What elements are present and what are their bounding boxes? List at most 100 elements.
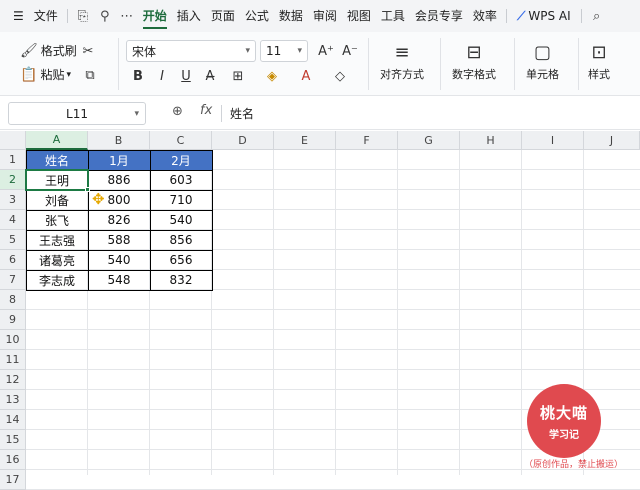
increase-font-icon[interactable]: A⁺ bbox=[316, 41, 336, 61]
column-header-e[interactable]: E bbox=[274, 131, 336, 150]
table-cell[interactable]: 刘备 bbox=[26, 190, 88, 210]
document-icon[interactable]: ⎘ bbox=[72, 9, 94, 24]
column-header-g[interactable]: G bbox=[398, 131, 460, 150]
row-header-7[interactable]: 7 bbox=[0, 270, 26, 290]
column-header-d[interactable]: D bbox=[212, 131, 274, 150]
table-cell[interactable]: 李志成 bbox=[26, 270, 88, 290]
table-border bbox=[26, 270, 212, 271]
row-header-8[interactable]: 8 bbox=[0, 290, 26, 310]
formula-bar: L11 ▾ ⊕ fx 姓名 bbox=[0, 97, 640, 130]
gridline bbox=[459, 150, 460, 475]
table-cell[interactable]: 603 bbox=[150, 170, 212, 190]
divider bbox=[440, 38, 441, 90]
row-header-13[interactable]: 13 bbox=[0, 390, 26, 410]
select-all-corner[interactable] bbox=[0, 131, 26, 150]
table-cell[interactable]: 886 bbox=[88, 170, 150, 190]
decrease-font-icon[interactable]: A⁻ bbox=[340, 41, 360, 61]
fx-icon[interactable]: fx bbox=[200, 103, 212, 118]
row-header-9[interactable]: 9 bbox=[0, 310, 26, 330]
table-cell[interactable]: 王明 bbox=[26, 170, 88, 190]
zoom-icon[interactable]: ⊕ bbox=[172, 104, 183, 119]
row-header-14[interactable]: 14 bbox=[0, 410, 26, 430]
tab-data[interactable]: 数据 bbox=[274, 0, 308, 32]
file-menu[interactable]: 文件 bbox=[29, 0, 63, 32]
tab-insert[interactable]: 插入 bbox=[172, 0, 206, 32]
fill-color-icon[interactable]: ◈ bbox=[262, 66, 282, 86]
font-size-select[interactable]: 11 ▾ bbox=[260, 40, 308, 62]
column-header-j[interactable]: J bbox=[584, 131, 640, 150]
table-header-cell[interactable]: 1月 bbox=[88, 150, 150, 170]
style-button[interactable]: ⊡ 样式 bbox=[588, 40, 610, 82]
row-header-4[interactable]: 4 bbox=[0, 210, 26, 230]
row-header-5[interactable]: 5 bbox=[0, 230, 26, 250]
row-header-12[interactable]: 12 bbox=[0, 370, 26, 390]
table-border bbox=[26, 210, 212, 211]
column-header-f[interactable]: F bbox=[336, 131, 398, 150]
italic-icon[interactable]: I bbox=[152, 66, 172, 86]
paste-button[interactable]: 📋 粘贴 ▾ bbox=[20, 66, 71, 83]
tab-review[interactable]: 审阅 bbox=[308, 0, 342, 32]
gridline bbox=[26, 349, 640, 350]
row-header-1[interactable]: 1 bbox=[0, 150, 26, 170]
cut-icon[interactable]: ✂ bbox=[78, 41, 98, 61]
table-cell[interactable]: 656 bbox=[150, 250, 212, 270]
row-header-17[interactable]: 17 bbox=[0, 470, 26, 490]
table-cell[interactable]: 832 bbox=[150, 270, 212, 290]
table-cell[interactable]: 856 bbox=[150, 230, 212, 250]
table-cell[interactable]: 710 bbox=[150, 190, 212, 210]
column-header-a[interactable]: A bbox=[26, 131, 88, 150]
table-cell[interactable]: 548 bbox=[88, 270, 150, 290]
strikethrough-icon[interactable]: A̶ bbox=[200, 66, 220, 86]
table-cell[interactable]: 诸葛亮 bbox=[26, 250, 88, 270]
row-header-6[interactable]: 6 bbox=[0, 250, 26, 270]
divider bbox=[505, 9, 507, 23]
tab-efficiency[interactable]: 效率 bbox=[468, 0, 502, 32]
table-cell[interactable]: 540 bbox=[150, 210, 212, 230]
table-cell[interactable]: 张飞 bbox=[26, 210, 88, 230]
table-cell[interactable]: 826 bbox=[88, 210, 150, 230]
table-cell[interactable]: 540 bbox=[88, 250, 150, 270]
number-format-button[interactable]: ⊟ 数字格式 bbox=[452, 40, 496, 82]
bold-icon[interactable]: B bbox=[128, 66, 148, 86]
align-button[interactable]: ≡ 对齐方式 bbox=[380, 40, 424, 82]
ribbon-toolbar: 🖌 格式刷 ✂ 📋 粘贴 ▾ ⧉ 宋体 ▾ 11 ▾ A⁺ A⁻ B I U A… bbox=[0, 32, 640, 96]
tab-tools[interactable]: 工具 bbox=[376, 0, 410, 32]
underline-icon[interactable]: U bbox=[176, 66, 196, 86]
row-header-11[interactable]: 11 bbox=[0, 350, 26, 370]
row-header-10[interactable]: 10 bbox=[0, 330, 26, 350]
copy-icon[interactable]: ⧉ bbox=[80, 65, 100, 85]
column-header-h[interactable]: H bbox=[460, 131, 522, 150]
format-painter-button[interactable]: 🖌 格式刷 bbox=[20, 42, 77, 59]
more-icon[interactable]: ⋯ bbox=[116, 9, 138, 24]
tab-home[interactable]: 开始 bbox=[138, 0, 172, 32]
clear-format-icon[interactable]: ◇ bbox=[330, 66, 350, 86]
table-cell[interactable]: 588 bbox=[88, 230, 150, 250]
row-header-3[interactable]: 3 bbox=[0, 190, 26, 210]
font-name-select[interactable]: 宋体 ▾ bbox=[126, 40, 256, 62]
column-header-b[interactable]: B bbox=[88, 131, 150, 150]
tab-view[interactable]: 视图 bbox=[342, 0, 376, 32]
column-header-c[interactable]: C bbox=[150, 131, 212, 150]
table-header-cell[interactable]: 2月 bbox=[150, 150, 212, 170]
border-icon[interactable]: ⊞ bbox=[228, 66, 248, 86]
font-color-icon[interactable]: A bbox=[296, 66, 316, 86]
table-header-cell[interactable]: 姓名 bbox=[26, 150, 88, 170]
tab-page[interactable]: 页面 bbox=[206, 0, 240, 32]
tab-formula[interactable]: 公式 bbox=[240, 0, 274, 32]
table-cell[interactable]: 王志强 bbox=[26, 230, 88, 250]
row-header-2[interactable]: 2 bbox=[0, 170, 26, 190]
pin-icon[interactable]: ⚲ bbox=[94, 9, 116, 24]
menu-icon[interactable]: ☰ bbox=[8, 0, 29, 32]
search-icon[interactable]: ⌕ bbox=[586, 9, 608, 24]
style-label: 样式 bbox=[588, 68, 610, 81]
wps-ai-button[interactable]: ⟋ WPS AI bbox=[511, 9, 577, 24]
column-header-i[interactable]: I bbox=[522, 131, 584, 150]
paste-icon: 📋 bbox=[20, 66, 38, 83]
tab-member[interactable]: 会员专享 bbox=[410, 0, 468, 32]
formula-input[interactable]: 姓名 bbox=[230, 105, 254, 122]
cell-button[interactable]: ▢ 单元格 bbox=[526, 40, 559, 82]
fill-handle[interactable] bbox=[85, 187, 90, 192]
row-header-15[interactable]: 15 bbox=[0, 430, 26, 450]
row-header-16[interactable]: 16 bbox=[0, 450, 26, 470]
name-box[interactable]: L11 ▾ bbox=[8, 102, 146, 125]
